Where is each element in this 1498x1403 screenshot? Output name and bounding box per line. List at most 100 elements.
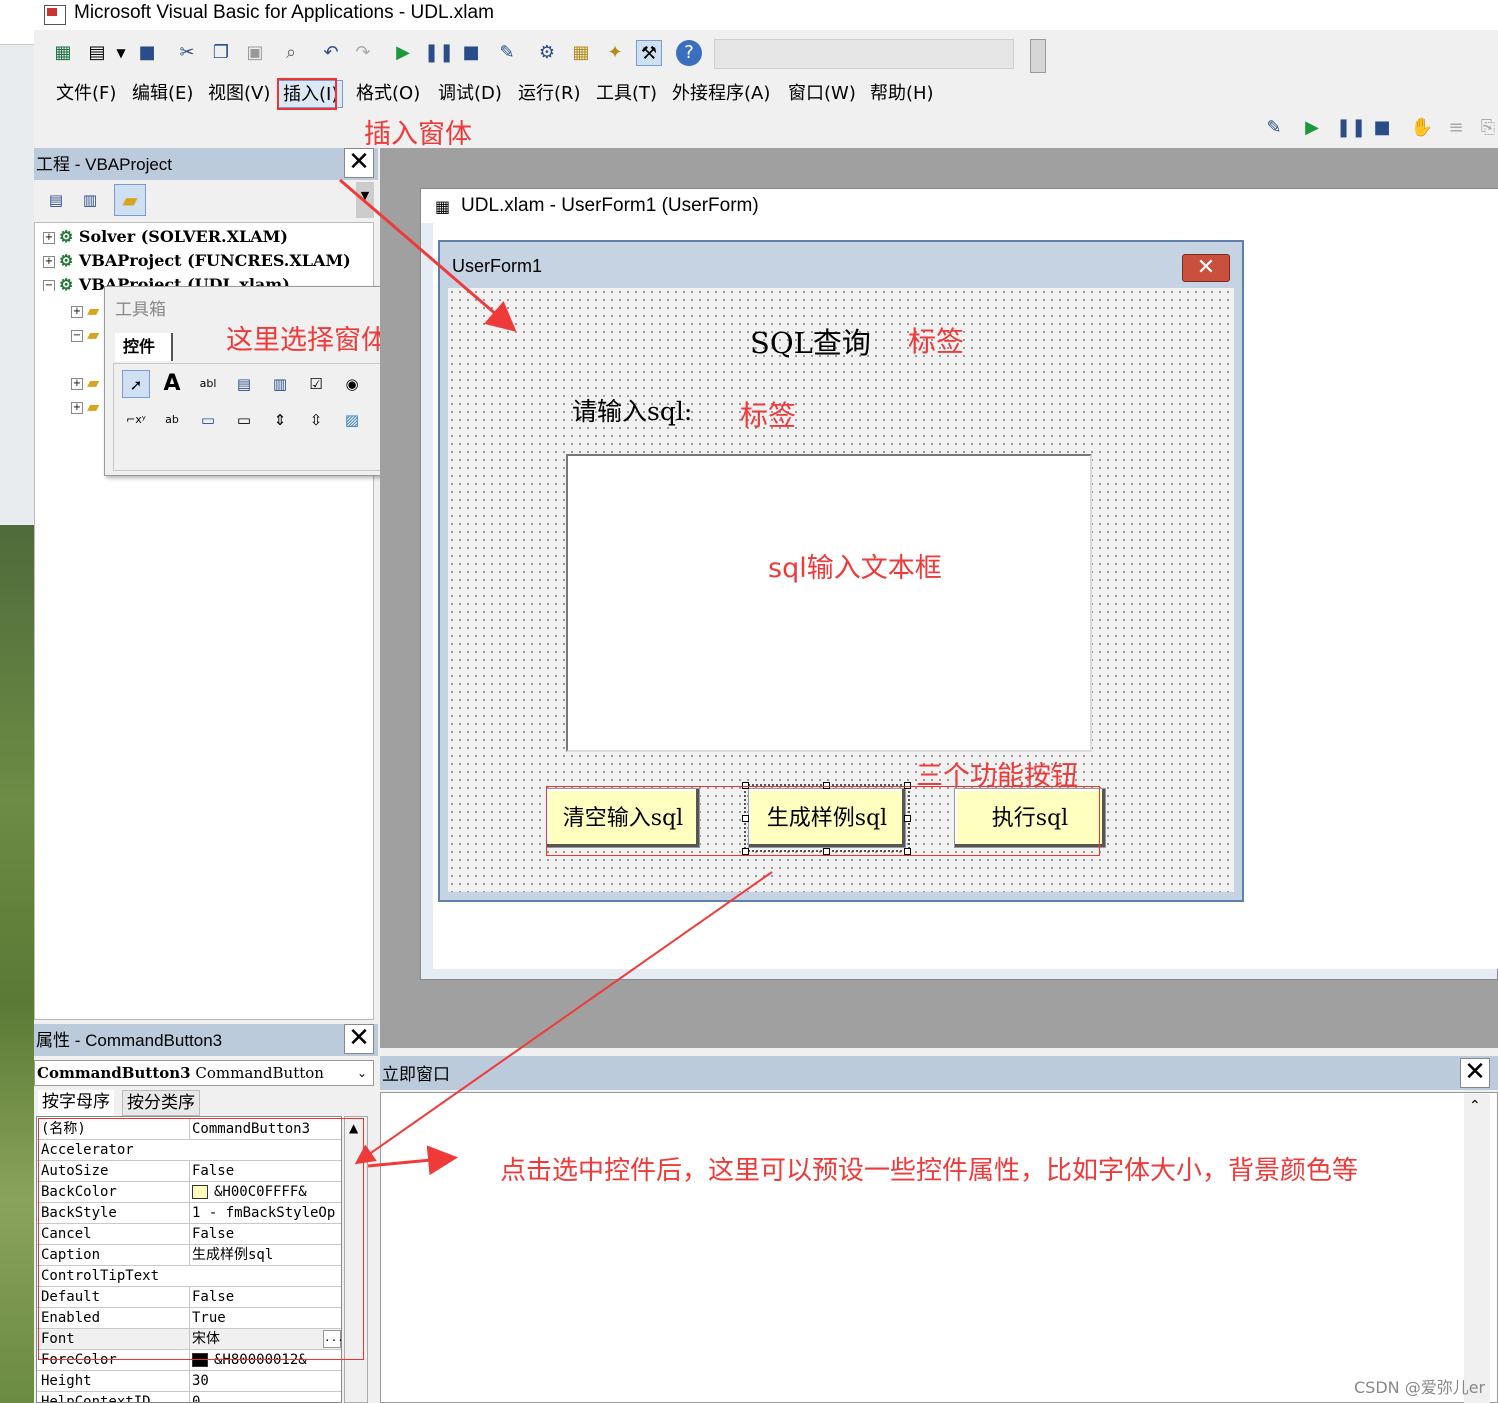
- controls-grid: ➚ A abl ▤ ▥ ☑ ◉ ◧ ⌐xʸ ab ▭ ▭ ⇕ ⇳ ▨ ▣: [113, 363, 421, 471]
- toolbox-icon[interactable]: ⚒: [636, 40, 662, 66]
- reset-icon[interactable]: ■: [458, 40, 484, 66]
- cut-icon[interactable]: ✂: [174, 40, 200, 66]
- userform-toolbar: ✎ ▶ ❚❚ ■ ✋ ≡ ⎘: [1250, 112, 1498, 146]
- object-type: CommandButton: [195, 1064, 324, 1082]
- break-icon[interactable]: ❚❚: [424, 40, 454, 66]
- menu-addins[interactable]: 外接程序(A): [668, 80, 774, 108]
- design-mode-icon[interactable]: ✎: [494, 40, 520, 66]
- chevron-down-icon[interactable]: ⌄: [357, 1061, 367, 1085]
- tab-controls[interactable]: 控件: [115, 333, 173, 361]
- save-icon[interactable]: ■: [134, 40, 160, 66]
- properties-pane-header: 属性 - CommandButton3 ✕: [34, 1024, 378, 1056]
- sql-input-textbox[interactable]: [566, 454, 1092, 752]
- folder-icon[interactable]: ▰: [114, 184, 146, 216]
- spinbutton-tool-icon[interactable]: ⇳: [302, 406, 330, 434]
- menu-view[interactable]: 视图(V): [204, 80, 274, 108]
- folder-icon: ▰: [87, 373, 100, 392]
- run-icon[interactable]: ▶: [1300, 114, 1324, 142]
- property-row[interactable]: HelpContextID 0: [37, 1392, 341, 1402]
- object-name: CommandButton3: [37, 1064, 191, 1082]
- immediate-scrollbar[interactable]: ⌃: [1464, 1094, 1490, 1403]
- property-row[interactable]: Height 30: [37, 1371, 341, 1392]
- toolbar-overflow-button[interactable]: [1030, 39, 1046, 73]
- folder-icon: ▰: [87, 397, 100, 416]
- find-icon[interactable]: ⌕: [278, 40, 304, 66]
- folder-icon: ▰: [87, 301, 100, 320]
- desktop-background: [0, 0, 34, 1403]
- menu-edit[interactable]: 编辑(E): [128, 80, 197, 108]
- checkbox-tool-icon[interactable]: ☑: [302, 370, 330, 398]
- userform-caption: UserForm1: [452, 256, 543, 276]
- listbox-tool-icon[interactable]: ▥: [266, 370, 294, 398]
- run-icon[interactable]: ▶: [390, 40, 416, 66]
- watch-icon[interactable]: ≡: [1444, 114, 1468, 142]
- paste-icon[interactable]: ▣: [242, 40, 268, 66]
- project-pane-toolbar: ▤ ▥ ▰ ▼: [34, 182, 378, 222]
- multipage-tool-icon[interactable]: ▭: [230, 406, 258, 434]
- tree-item[interactable]: + ⚙ Solver (SOLVER.XLAM): [43, 227, 288, 246]
- annotation-properties-hint: 点击选中控件后，这里可以预设一些控件属性，比如字体大小，背景颜色等: [500, 1156, 1359, 1186]
- object-browser-icon[interactable]: ✦: [602, 40, 628, 66]
- collapse-icon[interactable]: −: [43, 279, 55, 291]
- userform-icon[interactable]: ▤: [84, 40, 110, 66]
- menu-debug[interactable]: 调试(D): [434, 80, 506, 108]
- tree-item[interactable]: + ⚙ VBAProject (FUNCRES.XLAM): [43, 251, 351, 270]
- immediate-window[interactable]: [380, 1092, 1498, 1403]
- break-icon[interactable]: ❚❚: [1336, 114, 1366, 142]
- textbox-tool-icon[interactable]: abl: [194, 370, 222, 398]
- tree-folder[interactable]: + ▰: [71, 397, 99, 416]
- tree-folder[interactable]: + ▰: [71, 373, 99, 392]
- project-explorer-icon[interactable]: ⚙: [534, 40, 560, 66]
- tab-categorized[interactable]: 按分类序: [122, 1090, 200, 1116]
- select-pointer-icon[interactable]: ➚: [122, 370, 150, 398]
- help-icon[interactable]: ?: [676, 40, 702, 66]
- annotation-textbox: sql输入文本框: [768, 553, 942, 584]
- label-tool-icon[interactable]: A: [158, 370, 186, 398]
- prompt-label[interactable]: 请输入sql:: [572, 392, 692, 428]
- form-icon: ▦: [435, 197, 451, 216]
- design-mode-icon[interactable]: ✎: [1262, 114, 1286, 142]
- tab-alphabetic[interactable]: 按字母序: [38, 1090, 114, 1116]
- view-code-icon[interactable]: ▤: [42, 186, 70, 214]
- menu-file[interactable]: 文件(F): [52, 80, 120, 108]
- command-button-tool-icon[interactable]: ab: [158, 406, 186, 434]
- chevron-down-icon[interactable]: ▼: [108, 40, 134, 66]
- properties-icon[interactable]: ▦: [568, 40, 594, 66]
- window-title: Microsoft Visual Basic for Applications …: [74, 2, 494, 23]
- menu-tools[interactable]: 工具(T): [592, 80, 661, 108]
- toolbox-title: 工具箱: [115, 300, 166, 320]
- redo-icon[interactable]: ↷: [350, 40, 376, 66]
- menu-help[interactable]: 帮助(H): [866, 80, 938, 108]
- close-icon[interactable]: ✕: [344, 148, 374, 178]
- properties-highlight-box: [38, 1118, 364, 1360]
- copy-icon[interactable]: ❐: [208, 40, 234, 66]
- hand-icon[interactable]: ✋: [1410, 114, 1434, 142]
- callstack-icon[interactable]: ⎘: [1476, 114, 1498, 142]
- tree-folder[interactable]: + ▰: [71, 301, 99, 320]
- object-selector[interactable]: CommandButton3 CommandButton ⌄: [34, 1060, 374, 1086]
- view-object-icon[interactable]: ▥: [76, 186, 104, 214]
- chevron-up-icon[interactable]: ⌃: [1469, 1098, 1481, 1114]
- reset-icon[interactable]: ■: [1370, 114, 1394, 142]
- option-button-tool-icon[interactable]: ◉: [338, 370, 366, 398]
- excel-icon[interactable]: ▦: [50, 40, 76, 66]
- menu-format[interactable]: 格式(O): [352, 80, 424, 108]
- expand-icon[interactable]: +: [43, 255, 55, 268]
- tree-folder[interactable]: − ▰: [71, 325, 99, 344]
- heading-label[interactable]: SQL查询: [750, 320, 871, 362]
- frame-tool-icon[interactable]: ⌐xʸ: [122, 406, 150, 434]
- scrollbar-tool-icon[interactable]: ⇕: [266, 406, 294, 434]
- combobox-tool-icon[interactable]: ▤: [230, 370, 258, 398]
- scroll-down-icon[interactable]: ▼: [356, 182, 374, 218]
- expand-icon[interactable]: +: [43, 231, 55, 244]
- menu-window[interactable]: 窗口(W): [784, 80, 860, 108]
- tabstrip-tool-icon[interactable]: ▭: [194, 406, 222, 434]
- undo-icon[interactable]: ↶: [318, 40, 344, 66]
- image-tool-icon[interactable]: ▨: [338, 406, 366, 434]
- close-icon[interactable]: ✕: [1460, 1058, 1490, 1088]
- close-icon[interactable]: ✕: [1182, 254, 1230, 282]
- close-icon[interactable]: ✕: [344, 1024, 374, 1054]
- toolbar-empty-area: [714, 39, 1014, 69]
- insert-highlight-box: [277, 78, 337, 110]
- menu-run[interactable]: 运行(R): [514, 80, 585, 108]
